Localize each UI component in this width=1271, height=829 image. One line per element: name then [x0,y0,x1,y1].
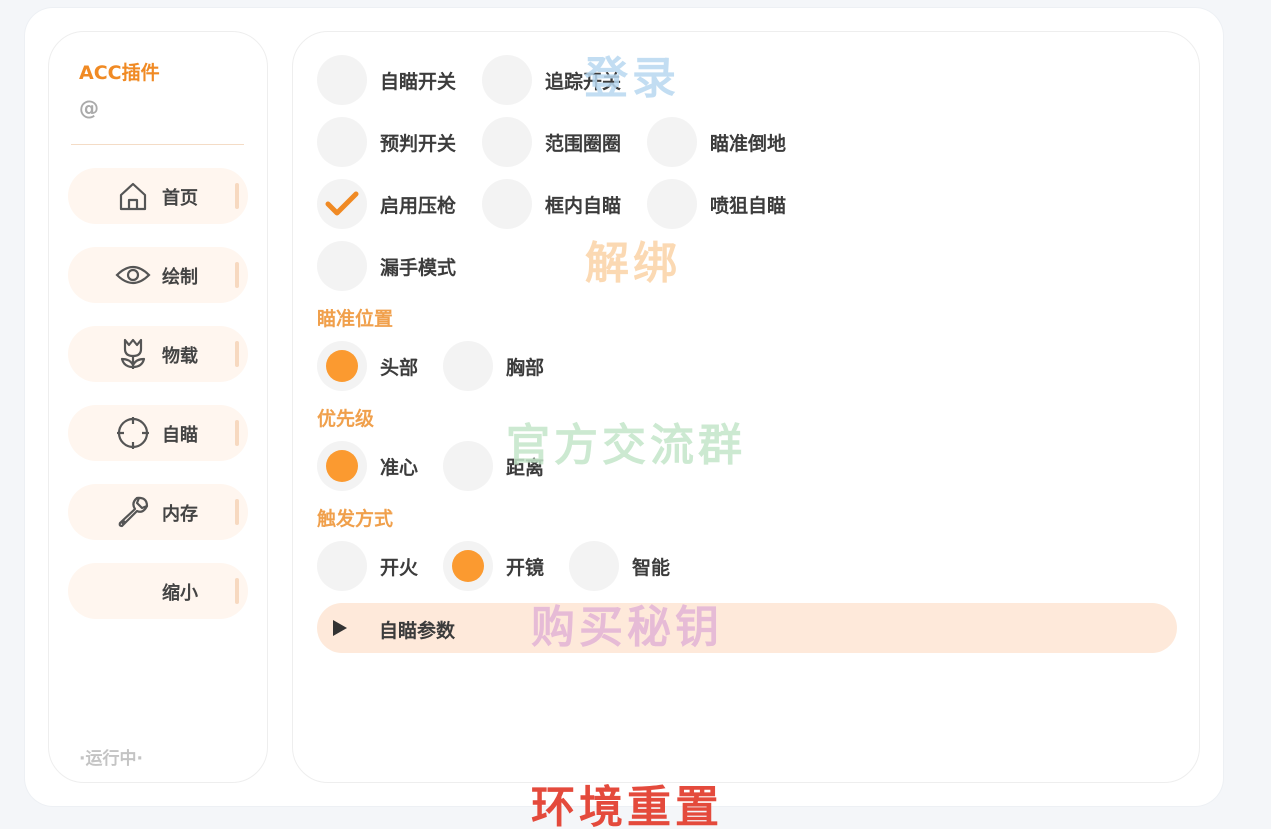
checkbox-box [317,241,367,291]
radio-dot [452,550,484,582]
sidebar-item-label: 自瞄 [162,425,198,446]
radio-smart[interactable]: 智能 [569,541,670,591]
radio-circle [443,341,493,391]
radio-circle [569,541,619,591]
sidebar-item-draw[interactable]: 绘制 [68,247,248,303]
section-title-trigger: 触发方式 [317,508,394,530]
checkbox-range-circle[interactable]: 范围圈圈 [482,117,621,167]
unbind-watermark-button[interactable]: 解绑 [585,227,681,291]
radio-label: 开镜 [506,556,545,579]
radio-fire[interactable]: 开火 [317,541,418,591]
tulip-icon [115,336,151,372]
sidebar-item-items[interactable]: 物载 [68,326,248,382]
checkbox-box [317,179,367,229]
section-title-priority: 优先级 [317,408,375,430]
checkbox-box [317,117,367,167]
play-triangle-icon [333,620,347,636]
sidebar-item-minimize[interactable]: 缩小 [68,563,248,619]
checkbox-spray-aim[interactable]: 喷狙自瞄 [647,179,786,229]
checkbox-label: 范围圈圈 [545,132,622,155]
checkbox-label: 喷狙自瞄 [710,194,787,217]
radio-label: 智能 [632,556,671,579]
user-handle: @ [79,96,99,120]
eye-icon [115,257,151,293]
checkbox-predict-switch[interactable]: 预判开关 [317,117,456,167]
checkbox-label: 预判开关 [380,132,457,155]
checkbox-box [482,55,532,105]
radio-circle [317,441,367,491]
sidebar-item-aim[interactable]: 自瞄 [68,405,248,461]
checkbox-aim-down[interactable]: 瞄准倒地 [647,117,786,167]
crosshair-icon [115,415,151,451]
settings-panel: 自瞄开关 追踪开关 预判开关 范围圈圈 瞄准倒地 启用压枪 框内自瞄 喷狙自瞄 [292,31,1200,783]
radio-label: 准心 [380,456,419,479]
checkbox-box [647,179,697,229]
radio-crosshair[interactable]: 准心 [317,441,418,491]
checkbox-box [317,55,367,105]
checkbox-leak-mode[interactable]: 漏手模式 [317,241,456,291]
checkbox-label: 框内自瞄 [545,194,622,217]
expander-label: 自瞄参数 [379,620,456,642]
checkbox-box [482,117,532,167]
radio-label: 开火 [380,556,419,579]
radio-circle [317,341,367,391]
login-watermark-button[interactable]: 登录 [584,42,680,106]
checkbox-box-aim[interactable]: 框内自瞄 [482,179,621,229]
buy-key-watermark-button[interactable]: 购买秘钥 [531,591,723,655]
item-indicator [235,262,239,288]
aim-params-expander[interactable]: 自瞄参数 [317,603,1177,653]
checkbox-label: 瞄准倒地 [710,132,787,155]
sidebar: ACC插件 @ 首页 绘制 物载 自瞄 内存 缩小 ·运行中· [48,31,268,783]
radio-label: 胸部 [506,356,545,379]
section-title-aim-position: 瞄准位置 [317,308,394,330]
radio-circle [443,441,493,491]
checkbox-recoil[interactable]: 启用压枪 [317,179,456,229]
checkbox-label: 启用压枪 [380,194,457,217]
checkbox-aim-switch[interactable]: 自瞄开关 [317,55,456,105]
radio-dot [326,350,358,382]
item-indicator [235,420,239,446]
brand-title: ACC插件 [79,62,160,84]
reset-env-watermark-button[interactable]: 环境重置 [531,771,723,829]
sidebar-item-memory[interactable]: 内存 [68,484,248,540]
item-indicator [235,183,239,209]
sidebar-item-label: 首页 [162,188,198,209]
radio-circle [317,541,367,591]
wrench-icon [115,494,151,530]
radio-circle [443,541,493,591]
radio-chest[interactable]: 胸部 [443,341,544,391]
group-watermark-button[interactable]: 官方交流群 [506,409,746,473]
radio-dot [326,450,358,482]
checkbox-label: 漏手模式 [380,256,457,279]
radio-head[interactable]: 头部 [317,341,418,391]
sidebar-item-label: 内存 [162,504,198,525]
item-indicator [235,341,239,367]
item-indicator [235,499,239,525]
checkbox-box [647,117,697,167]
sidebar-item-label: 物载 [162,346,198,367]
divider [71,144,244,145]
radio-scope[interactable]: 开镜 [443,541,544,591]
checkbox-label: 自瞄开关 [380,70,457,93]
sidebar-item-label: 绘制 [162,267,198,288]
item-indicator [235,578,239,604]
checkbox-box [482,179,532,229]
sidebar-item-home[interactable]: 首页 [68,168,248,224]
sidebar-item-label: 缩小 [162,583,198,604]
checkmark-icon [325,191,359,216]
radio-label: 头部 [380,356,419,379]
status-text: ·运行中· [79,749,143,769]
home-icon [115,178,151,214]
